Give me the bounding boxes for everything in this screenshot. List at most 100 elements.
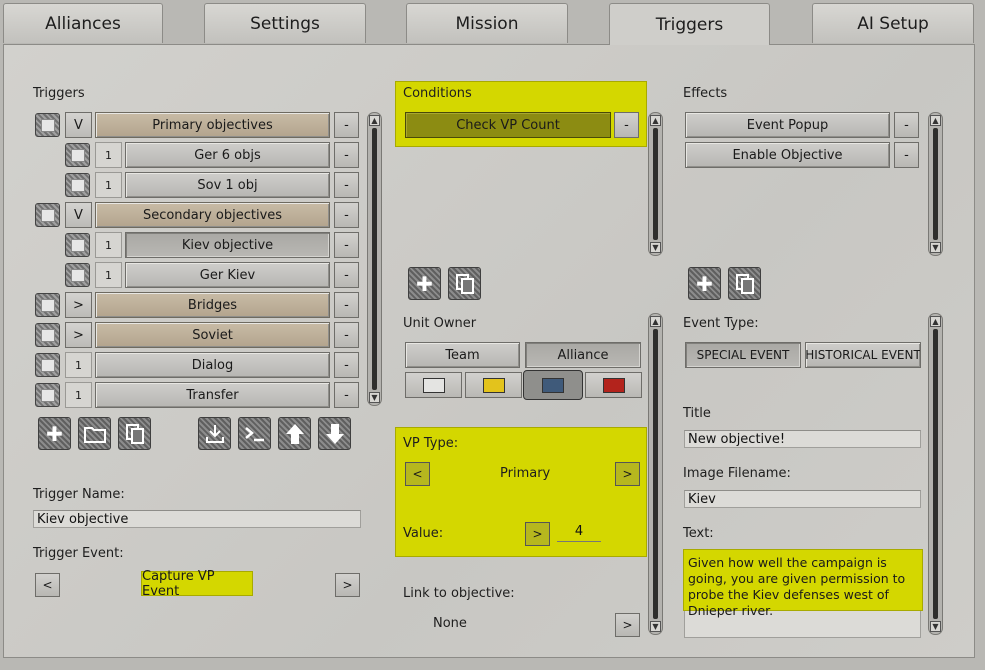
historical-event-button[interactable]: HISTORICAL EVENT	[805, 342, 921, 368]
trigger-enabled-checkbox[interactable]	[35, 383, 60, 407]
trigger-enabled-checkbox[interactable]	[65, 233, 90, 257]
trigger-group[interactable]: Primary objectives	[95, 112, 330, 138]
color-yellow-button[interactable]	[465, 372, 522, 398]
trigger-item[interactable]: Kiev objective	[125, 232, 330, 258]
group-expand-toggle[interactable]: V	[65, 112, 92, 138]
trigger-enabled-checkbox[interactable]	[35, 353, 60, 377]
remove-trigger-button[interactable]: -	[334, 382, 359, 408]
trigger-name-label: Trigger Name:	[33, 487, 125, 502]
value-label: Value:	[403, 526, 444, 541]
trigger-count-toggle[interactable]: 1	[95, 142, 122, 168]
condition-item[interactable]: Check VP Count	[405, 112, 611, 138]
value-increment-button[interactable]: >	[525, 522, 550, 546]
trigger-enabled-checkbox[interactable]	[35, 203, 60, 227]
remove-trigger-button[interactable]: -	[334, 112, 359, 138]
plus-icon: ✚	[416, 271, 433, 296]
value-field[interactable]: 4	[557, 522, 601, 542]
trigger-count-toggle[interactable]: 1	[95, 172, 122, 198]
effects-scrollbar[interactable]: ▲ ▼	[928, 112, 943, 256]
remove-effect-button[interactable]: -	[894, 112, 919, 138]
trigger-item[interactable]: Ger 6 objs	[125, 142, 330, 168]
trigger-item[interactable]: Ger Kiev	[125, 262, 330, 288]
effect-item-enable-objective[interactable]: Enable Objective	[685, 142, 890, 168]
add-trigger-button[interactable]: ✚	[38, 417, 71, 450]
trigger-event-next-button[interactable]: >	[335, 573, 360, 597]
add-folder-button[interactable]	[78, 417, 111, 450]
remove-trigger-button[interactable]: -	[334, 232, 359, 258]
remove-trigger-button[interactable]: -	[334, 262, 359, 288]
remove-trigger-button[interactable]: -	[334, 172, 359, 198]
image-filename-field[interactable]: Kiev	[684, 490, 921, 508]
trigger-enabled-checkbox[interactable]	[65, 263, 90, 287]
plus-icon: ✚	[46, 421, 63, 446]
title-field[interactable]: New objective!	[684, 430, 921, 448]
arrow-down-icon	[325, 423, 344, 444]
trigger-count-toggle[interactable]: 1	[65, 352, 92, 378]
trigger-item[interactable]: Transfer	[95, 382, 330, 408]
tab-ai-setup[interactable]: AI Setup	[812, 3, 974, 43]
group-expand-toggle[interactable]: V	[65, 202, 92, 228]
trigger-group[interactable]: Bridges	[95, 292, 330, 318]
copy-effect-button[interactable]	[728, 267, 761, 300]
group-expand-toggle[interactable]: >	[65, 292, 92, 318]
trigger-group[interactable]: Soviet	[95, 322, 330, 348]
tab-triggers[interactable]: Triggers	[609, 3, 770, 45]
special-event-button[interactable]: SPECIAL EVENT	[685, 342, 801, 368]
trigger-enabled-checkbox[interactable]	[35, 323, 60, 347]
trigger-count-toggle[interactable]: 1	[65, 382, 92, 408]
effect-params-scrollbar[interactable]: ▲ ▼	[928, 313, 943, 635]
move-down-button[interactable]	[318, 417, 351, 450]
effects-heading: Effects	[683, 86, 728, 101]
conditions-scrollbar[interactable]: ▲ ▼	[648, 112, 663, 256]
trigger-enabled-checkbox[interactable]	[35, 293, 60, 317]
vp-type-next-button[interactable]: >	[615, 462, 640, 486]
effect-item-event-popup[interactable]: Event Popup	[685, 112, 890, 138]
color-white-button[interactable]	[405, 372, 462, 398]
trigger-enabled-checkbox[interactable]	[35, 113, 60, 137]
color-blue-button[interactable]	[523, 370, 583, 400]
trigger-item[interactable]: Sov 1 obj	[125, 172, 330, 198]
yellow-swatch	[482, 377, 505, 393]
color-red-button[interactable]	[585, 372, 642, 398]
condition-params-scrollbar[interactable]: ▲ ▼	[648, 313, 663, 635]
remove-trigger-button[interactable]: -	[334, 202, 359, 228]
folder-icon	[83, 426, 106, 443]
trigger-count-toggle[interactable]: 1	[95, 262, 122, 288]
remove-trigger-button[interactable]: -	[334, 352, 359, 378]
add-effect-button[interactable]: ✚	[688, 267, 721, 300]
link-objective-label: Link to objective:	[403, 586, 515, 601]
trigger-name-field[interactable]: Kiev objective	[33, 510, 361, 528]
trigger-item[interactable]: Dialog	[95, 352, 330, 378]
import-button[interactable]	[198, 417, 231, 450]
copy-condition-button[interactable]	[448, 267, 481, 300]
remove-trigger-button[interactable]: -	[334, 292, 359, 318]
add-condition-button[interactable]: ✚	[408, 267, 441, 300]
remove-effect-button[interactable]: -	[894, 142, 919, 168]
blue-swatch	[542, 377, 564, 393]
copy-trigger-button[interactable]	[118, 417, 151, 450]
trigger-group[interactable]: Secondary objectives	[95, 202, 330, 228]
owner-alliance-button[interactable]: Alliance	[525, 342, 641, 368]
tab-settings[interactable]: Settings	[204, 3, 366, 43]
tab-mission[interactable]: Mission	[406, 3, 568, 43]
vp-type-prev-button[interactable]: <	[405, 462, 430, 486]
copy-icon	[125, 423, 144, 444]
tab-alliances[interactable]: Alliances	[3, 3, 163, 43]
trigger-event-label: Trigger Event:	[33, 546, 124, 561]
trigger-event-prev-button[interactable]: <	[35, 573, 60, 597]
owner-team-button[interactable]: Team	[405, 342, 520, 368]
trigger-count-toggle[interactable]: 1	[95, 232, 122, 258]
event-type-label: Event Type:	[683, 316, 759, 331]
group-expand-toggle[interactable]: >	[65, 322, 92, 348]
move-up-button[interactable]	[278, 417, 311, 450]
remove-trigger-button[interactable]: -	[334, 322, 359, 348]
console-button[interactable]	[238, 417, 271, 450]
trigger-enabled-checkbox[interactable]	[65, 143, 90, 167]
remove-condition-button[interactable]: -	[614, 112, 639, 138]
trigger-list-scrollbar[interactable]: ▲ ▼	[367, 112, 382, 406]
remove-trigger-button[interactable]: -	[334, 142, 359, 168]
event-text-field[interactable]: Given how well the campaign is going, yo…	[683, 549, 923, 618]
link-objective-next-button[interactable]: >	[615, 613, 640, 637]
trigger-enabled-checkbox[interactable]	[65, 173, 90, 197]
trigger-event-value: Capture VP Event	[141, 569, 253, 599]
